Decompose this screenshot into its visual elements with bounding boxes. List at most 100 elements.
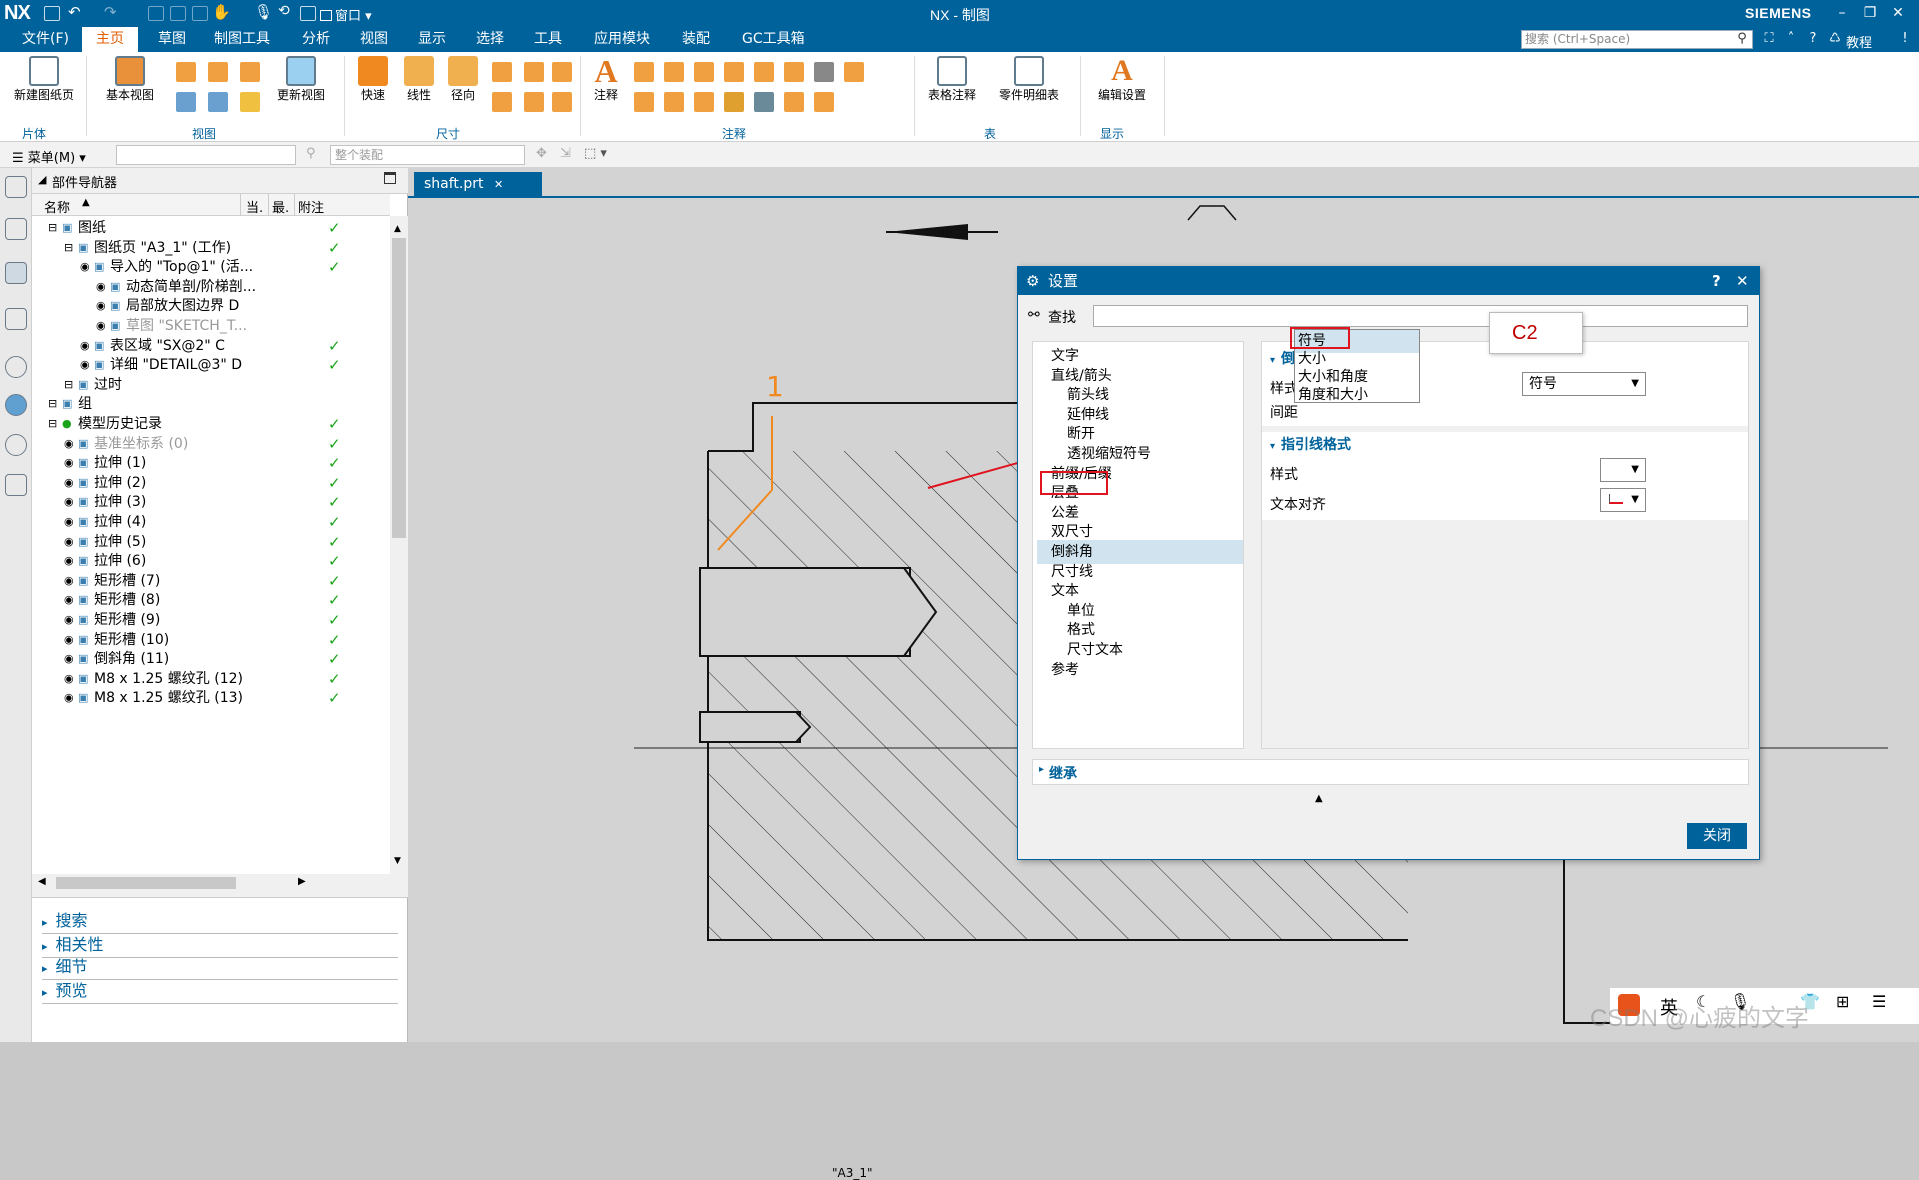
inherit-section[interactable]: ▸ 继承: [1032, 759, 1749, 785]
menu-button[interactable]: ☰ 菜单(M) ▾: [12, 147, 86, 166]
part-navigator-icon[interactable]: [5, 262, 27, 284]
assembly-navigator-icon[interactable]: [5, 218, 27, 240]
table-row[interactable]: ◉ ▣ M8 x 1.25 螺纹孔 (13) ✓: [32, 686, 390, 710]
tab-select[interactable]: 选择: [466, 27, 514, 52]
window-menu[interactable]: 窗口 ▾: [320, 5, 372, 24]
surface-finish-icon[interactable]: [664, 62, 684, 82]
leader-style-select[interactable]: ▼: [1600, 458, 1646, 482]
section-view-icon[interactable]: [208, 62, 228, 82]
selection-mode-icon[interactable]: ⬚ ▾: [584, 146, 607, 161]
datum-target-icon[interactable]: [634, 92, 654, 112]
hd3d-icon[interactable]: [5, 356, 27, 378]
web-browser-icon[interactable]: [5, 394, 27, 416]
settings-icon[interactable]: [5, 176, 27, 198]
radial-dimension-button[interactable]: 径向: [442, 56, 484, 103]
cross-mark-icon[interactable]: [784, 92, 804, 112]
collapse-dialog-icon[interactable]: ▲: [1315, 793, 1323, 804]
view-border-icon[interactable]: [240, 92, 260, 112]
close-button[interactable]: 关闭: [1687, 823, 1747, 849]
tab-home[interactable]: 主页: [82, 27, 138, 52]
projected-view-icon[interactable]: [176, 62, 196, 82]
datum-feature-icon[interactable]: [694, 62, 714, 82]
edit-settings-button[interactable]: A 编辑设置: [1090, 56, 1154, 103]
column-attach[interactable]: 附注: [298, 197, 324, 216]
tutorial-icon[interactable]: ♺: [1826, 31, 1844, 48]
tab-file[interactable]: 文件(F): [12, 27, 79, 52]
arc-length-icon[interactable]: [492, 92, 512, 112]
collapse-icon[interactable]: ◢: [38, 173, 46, 186]
minimize-button[interactable]: –: [1830, 3, 1854, 23]
update-view-button[interactable]: 更新视图: [268, 56, 334, 103]
undo-icon[interactable]: ↶: [68, 3, 81, 21]
tutorial-link[interactable]: 教程: [1846, 32, 1872, 51]
note-button[interactable]: A 注释: [586, 55, 626, 103]
tab-tools[interactable]: 工具: [524, 27, 572, 52]
collapse-ribbon-icon[interactable]: ˄: [1782, 31, 1800, 48]
thickness-dimension-icon[interactable]: [552, 62, 572, 82]
navigator-vertical-scrollbar[interactable]: ▲ ▼: [390, 216, 408, 874]
repeat-command-icon[interactable]: ⟲: [278, 3, 290, 19]
command-search-input[interactable]: 搜索 (Ctrl+Space): [1521, 30, 1753, 49]
weld-symbol-icon[interactable]: [724, 62, 744, 82]
restore-button[interactable]: ❐: [1858, 3, 1882, 23]
table-note-button[interactable]: 表格注释: [920, 56, 984, 103]
rapid-dimension-button[interactable]: 快速: [352, 56, 394, 103]
flag-icon[interactable]: [694, 92, 714, 112]
text-align-select[interactable]: ▼: [1600, 488, 1646, 512]
option-angle-size[interactable]: 角度和大小: [1295, 384, 1445, 407]
dialog-close-icon[interactable]: ✕: [1736, 267, 1749, 295]
ordinate-dimension-icon[interactable]: [524, 92, 544, 112]
tab-drafting-tools[interactable]: 制图工具: [204, 27, 280, 52]
leader-format-section[interactable]: ▾ 指引线格式: [1270, 434, 1351, 454]
panel-preview[interactable]: ▸ 预览: [42, 978, 398, 1004]
settings-tree-item[interactable]: 参考: [1037, 658, 1243, 682]
save-icon[interactable]: [44, 6, 60, 21]
detail-view-icon[interactable]: [240, 62, 260, 82]
search-icon[interactable]: ⚲: [1733, 31, 1751, 48]
feature-control-frame-icon[interactable]: [634, 62, 654, 82]
chamfer-style-select[interactable]: 符号 ▼: [1522, 372, 1646, 396]
break-view-icon[interactable]: [176, 92, 196, 112]
image-icon[interactable]: [814, 62, 834, 82]
visibility-icon[interactable]: ◉: [64, 686, 74, 710]
tab-applications[interactable]: 应用模块: [584, 27, 660, 52]
system-materials-icon[interactable]: [5, 474, 27, 496]
new-sheet-button[interactable]: 新建图纸页: [8, 56, 80, 103]
region-icon[interactable]: [814, 92, 834, 112]
reuse-library-icon[interactable]: [5, 308, 27, 330]
hatch-icon[interactable]: [724, 92, 744, 112]
column-latest[interactable]: 最.: [272, 197, 289, 216]
type-filter-select[interactable]: [116, 145, 296, 165]
history-icon[interactable]: [5, 434, 27, 456]
broken-out-icon[interactable]: [208, 92, 228, 112]
tab-view[interactable]: 视图: [350, 27, 398, 52]
target-point-icon[interactable]: [844, 62, 864, 82]
help-icon[interactable]: ?: [1804, 31, 1822, 48]
panel-search[interactable]: ▸ 搜索: [42, 908, 398, 934]
balloon-icon[interactable]: [664, 92, 684, 112]
perimeter-icon[interactable]: [552, 92, 572, 112]
assembly-scope-select[interactable]: 整个装配: [330, 145, 525, 165]
column-name[interactable]: 名称: [44, 197, 70, 216]
find-input[interactable]: [1093, 305, 1748, 327]
fullscreen-icon[interactable]: ⛶: [1760, 31, 1778, 48]
panel-details[interactable]: ▸ 细节: [42, 954, 398, 980]
tab-display[interactable]: 显示: [408, 27, 456, 52]
angular-dimension-icon[interactable]: [492, 62, 512, 82]
window-icon[interactable]: [300, 6, 316, 21]
alert-icon[interactable]: !: [1896, 31, 1914, 48]
navigator-horizontal-scrollbar[interactable]: ◀ ▶: [32, 874, 408, 892]
microphone-icon[interactable]: 🎙: [254, 3, 273, 21]
maximize-icon[interactable]: [384, 172, 396, 184]
centerline-icon[interactable]: [784, 62, 804, 82]
tab-sketch[interactable]: 草图: [148, 27, 196, 52]
base-view-button[interactable]: 基本视图: [94, 56, 166, 103]
id-symbol-icon[interactable]: [754, 62, 774, 82]
dialog-help-icon[interactable]: ?: [1712, 267, 1721, 295]
tab-gc-toolbox[interactable]: GC工具箱: [732, 27, 815, 52]
ime-grid-icon[interactable]: ⊞: [1836, 992, 1849, 1011]
picture-icon[interactable]: [754, 92, 774, 112]
tab-assembly[interactable]: 装配: [672, 27, 720, 52]
column-current[interactable]: 当.: [246, 197, 263, 216]
linear-dimension-button[interactable]: 线性: [398, 56, 440, 103]
